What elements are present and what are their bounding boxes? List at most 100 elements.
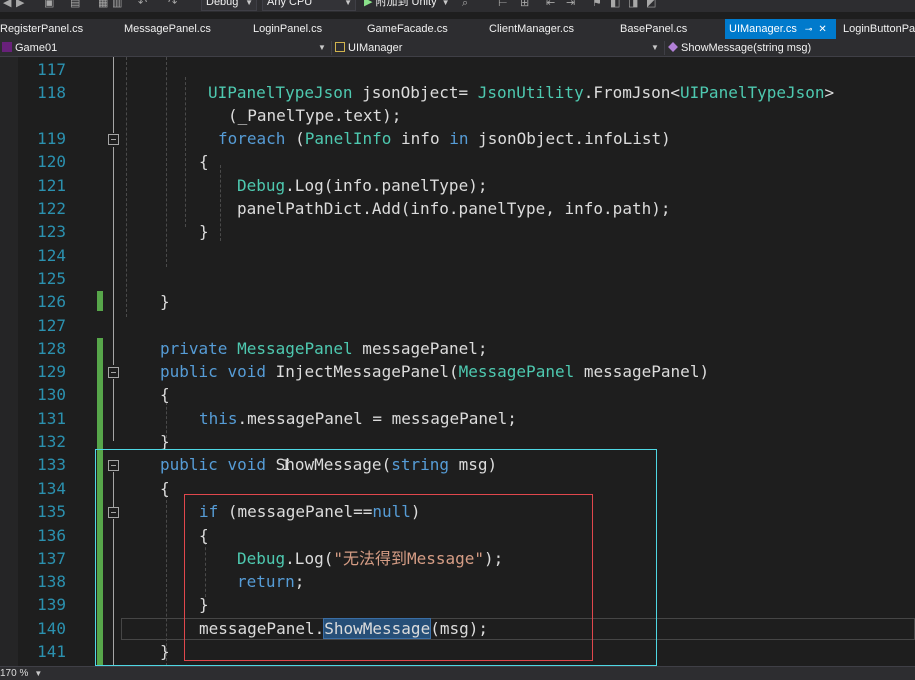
layout-icon[interactable]: ⊞ <box>520 0 529 10</box>
type-name: MessagePanel <box>458 362 575 381</box>
outline-line <box>113 147 114 365</box>
code-token: .messagePanel = messagePanel; <box>237 409 517 428</box>
code-editor[interactable]: 117 118 119 120 121 122 123 124 125 126 … <box>0 57 915 666</box>
new-file-icon[interactable]: ▣ <box>44 0 54 10</box>
tab-label: UIManager.cs <box>729 23 797 35</box>
code-token: messagePanel; <box>352 339 488 358</box>
close-icon[interactable]: ✕ <box>818 24 826 35</box>
keyword: void <box>227 362 266 381</box>
member-name: ShowMessage(string msg) <box>681 42 812 54</box>
code-token: jsonObject= <box>352 83 478 102</box>
platform-value: Any CPU <box>267 0 313 8</box>
indent-guide <box>166 57 167 267</box>
next-bookmark-icon[interactable]: ◨ <box>628 0 638 10</box>
step-icon[interactable]: ⊢ <box>498 0 508 10</box>
collapse-icon[interactable] <box>108 367 119 378</box>
undo-icon[interactable]: ↶ <box>138 0 147 10</box>
chevron-down-icon: ▼ <box>318 43 326 52</box>
line-number: 141 <box>37 642 66 661</box>
outline-line <box>113 57 114 133</box>
keyword: private <box>160 339 228 358</box>
pin-icon[interactable]: ⊸ <box>805 24 813 34</box>
line-number: 129 <box>37 362 66 381</box>
class-name: UIManager <box>348 42 403 54</box>
annotation-box-red <box>184 494 593 661</box>
line-number: 118 <box>37 83 66 102</box>
open-folder-icon[interactable]: ▤ <box>70 0 80 10</box>
save-all-icon[interactable]: ▥ <box>112 0 122 10</box>
project-dropdown[interactable]: Game01 ▼ <box>2 40 327 56</box>
code-token: messagePanel) <box>574 362 710 381</box>
tab-uimanager[interactable]: UIManager.cs ⊸ ✕ <box>725 19 836 39</box>
outdent-icon[interactable]: ⇤ <box>546 0 555 10</box>
tab-loginpanel[interactable]: LoginPanel.cs <box>253 19 322 39</box>
bookmark-icon[interactable]: ⚑ <box>592 0 602 10</box>
clear-bookmarks-icon[interactable]: ◩ <box>646 0 656 10</box>
indicator-margin <box>0 57 18 666</box>
tab-clientmanager[interactable]: ClientManager.cs <box>489 19 574 39</box>
code-line: private MessagePanel messagePanel; <box>160 339 488 359</box>
platform-dropdown[interactable]: Any CPU ▼ <box>262 0 356 11</box>
class-icon <box>335 42 345 52</box>
code-line: foreach (PanelInfo info in jsonObject.in… <box>218 129 671 149</box>
zoom-level: 170 % <box>0 668 29 679</box>
line-number: 132 <box>37 432 66 451</box>
tab-label: BasePanel.cs <box>620 23 688 35</box>
attach-to-unity-button[interactable]: ▶ 附加到 Unity ▼ <box>364 0 450 10</box>
code-line: public void InjectMessagePanel(MessagePa… <box>160 362 709 382</box>
csharp-project-icon <box>2 42 12 52</box>
tab-label: RegisterPanel.cs <box>0 23 84 35</box>
document-tabs: RegisterPanel.cs MessagePanel.cs LoginPa… <box>0 19 915 39</box>
tab-label: MessagePanel.cs <box>124 23 211 35</box>
collapse-icon[interactable] <box>108 134 119 145</box>
chevron-down-icon: ▼ <box>441 0 450 7</box>
code-token: ( <box>285 129 305 148</box>
indent-icon[interactable]: ⇥ <box>566 0 575 10</box>
type-name: UIPanelTypeJson <box>680 83 825 102</box>
type-name: UIPanelTypeJson <box>208 83 353 102</box>
code-token: jsonObject.infoList) <box>468 129 671 148</box>
find-icon[interactable]: ⌕ <box>462 0 468 10</box>
tab-basepanel[interactable]: BasePanel.cs <box>620 19 687 39</box>
zoom-dropdown[interactable]: 170 % ▼ <box>0 667 42 680</box>
keyword: foreach <box>218 129 286 148</box>
redo-icon[interactable]: ↷ <box>168 0 177 10</box>
code-token: > <box>824 83 835 102</box>
line-number: 133 <box>37 455 66 474</box>
code-line: UIPanelTypeJson jsonObject= JsonUtility.… <box>208 83 834 103</box>
configuration-dropdown[interactable]: Debug ▼ <box>201 0 257 11</box>
code-line: Debug.Log(info.panelType); <box>237 176 487 196</box>
tab-loginbuttonpanel[interactable]: LoginButtonPa <box>843 19 915 39</box>
tab-gamefacade[interactable]: GameFacade.cs <box>367 19 448 39</box>
chevron-down-icon: ▼ <box>651 43 659 52</box>
tab-registerpanel[interactable]: RegisterPanel.cs <box>0 19 83 39</box>
class-dropdown[interactable]: UIManager ▼ <box>335 40 660 56</box>
code-line: { <box>160 385 170 404</box>
keyword: public <box>160 362 218 381</box>
code-token: .Log(info.panelType); <box>285 176 488 195</box>
code-line-wrap: (_PanelType.text); <box>228 106 402 125</box>
line-number: 117 <box>37 60 66 79</box>
toolbar: ◀ ▶ ▣ ▤ ▦ ▥ ↶ ↷ Debug ▼ Any CPU ▼ ▶ 附加到 U… <box>0 0 915 12</box>
line-number: 140 <box>37 619 66 638</box>
tab-messagepanel[interactable]: MessagePanel.cs <box>124 19 211 39</box>
member-dropdown[interactable]: ShowMessage(string msg) <box>668 40 915 56</box>
chevron-down-icon: ▼ <box>34 669 43 678</box>
tab-label: ClientManager.cs <box>489 23 574 35</box>
indent-guide <box>220 165 221 241</box>
keyword: this <box>199 409 238 428</box>
code-token: info <box>391 129 450 148</box>
save-icon[interactable]: ▦ <box>98 0 108 10</box>
back-icon[interactable]: ◀ <box>3 0 11 10</box>
line-number: 126 <box>37 292 66 311</box>
tab-label: LoginButtonPa <box>843 23 915 35</box>
line-number: 119 <box>37 129 66 148</box>
type-name: MessagePanel <box>237 339 353 358</box>
indent-guide <box>185 77 186 227</box>
prev-bookmark-icon[interactable]: ◧ <box>610 0 620 10</box>
forward-icon[interactable]: ▶ <box>16 0 24 10</box>
line-number: 121 <box>37 176 66 195</box>
outline-line <box>113 379 114 441</box>
line-number: 134 <box>37 479 66 498</box>
